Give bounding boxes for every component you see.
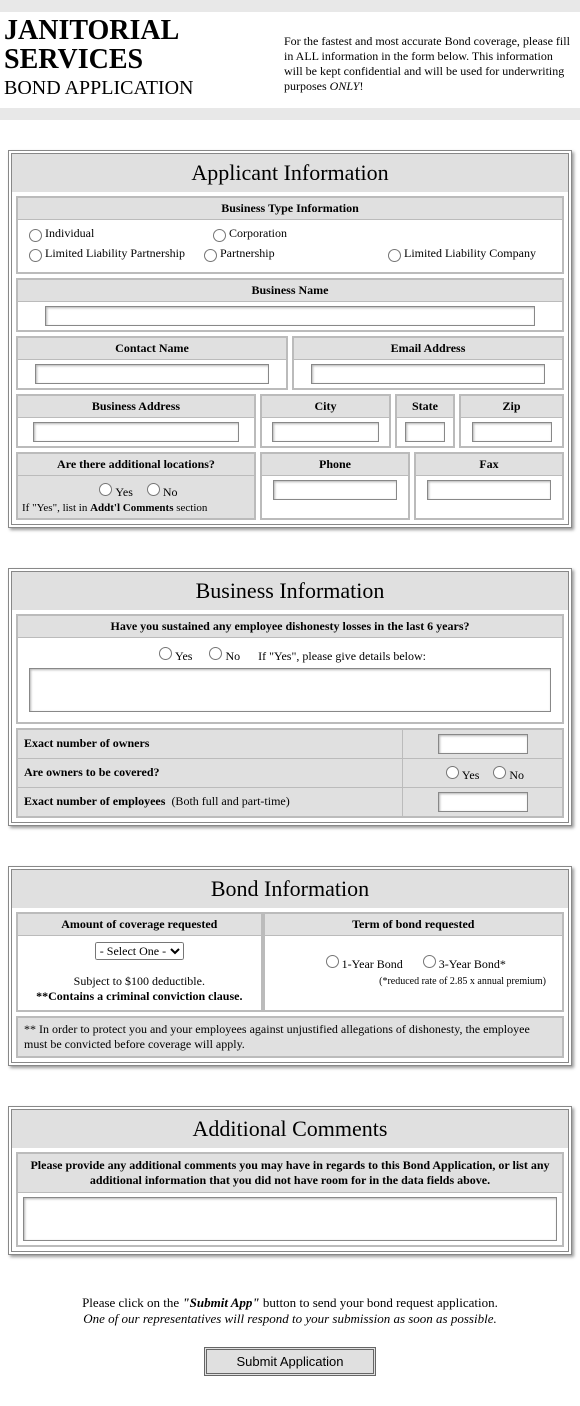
radio-partnership[interactable]	[204, 249, 217, 262]
page-header: JANITORIAL SERVICES BOND APPLICATION For…	[0, 12, 580, 108]
section-title: Business Information	[12, 572, 568, 610]
section-bond: Bond Information Amount of coverage requ…	[8, 866, 572, 1066]
owners-covered-label: Are owners to be covered?	[18, 759, 402, 787]
radio-owners-no[interactable]	[493, 766, 506, 779]
owners-count-input[interactable]	[438, 734, 528, 754]
term-header: Term of bond requested	[265, 914, 562, 936]
city-input[interactable]	[272, 422, 379, 442]
term-note: (*reduced rate of 2.85 x annual premium)	[271, 972, 556, 987]
section-title: Additional Comments	[12, 1110, 568, 1148]
fax-header: Fax	[416, 454, 562, 476]
phone-header: Phone	[262, 454, 408, 476]
contact-header: Contact Name	[18, 338, 286, 360]
title-line1: JANITORIAL	[4, 16, 284, 45]
business-type-block: Business Type Information Individual Cor…	[16, 196, 564, 274]
owners-count-label: Exact number of owners	[18, 730, 402, 758]
email-header: Email Address	[294, 338, 562, 360]
email-input[interactable]	[311, 364, 545, 384]
coverage-select[interactable]: - Select One -	[95, 942, 184, 960]
zip-input[interactable]	[472, 422, 552, 442]
subtitle: BOND APPLICATION	[4, 77, 284, 100]
dishonesty-details-textarea[interactable]	[29, 668, 550, 712]
radio-corporation[interactable]	[213, 229, 226, 242]
section-applicant: Applicant Information Business Type Info…	[8, 150, 572, 528]
radio-addloc-yes[interactable]	[99, 483, 112, 496]
submit-line2: One of our representatives will respond …	[83, 1311, 496, 1326]
employees-count-label: Exact number of employees (Both full and…	[18, 788, 402, 816]
submit-button[interactable]: Submit Application	[204, 1347, 377, 1376]
phone-input[interactable]	[273, 480, 397, 500]
comments-instr: Please provide any additional comments y…	[18, 1154, 562, 1193]
comments-textarea[interactable]	[23, 1197, 556, 1241]
employees-count-input[interactable]	[438, 792, 528, 812]
radio-dishonesty-yes[interactable]	[159, 647, 172, 660]
section-business: Business Information Have you sustained …	[8, 568, 572, 826]
submit-area: Please click on the "Submit App" button …	[0, 1295, 580, 1406]
radio-addloc-no[interactable]	[147, 483, 160, 496]
section-comments: Additional Comments Please provide any a…	[8, 1106, 572, 1255]
radio-1year[interactable]	[326, 955, 339, 968]
dishonesty-header: Have you sustained any employee dishones…	[18, 616, 562, 638]
business-name-header: Business Name	[18, 280, 562, 302]
radio-owners-yes[interactable]	[446, 766, 459, 779]
zip-header: Zip	[461, 396, 562, 418]
business-name-input[interactable]	[45, 306, 535, 326]
city-header: City	[262, 396, 389, 418]
radio-dishonesty-no[interactable]	[209, 647, 222, 660]
deductible-note: Subject to $100 deductible.	[24, 974, 255, 989]
business-name-block: Business Name	[16, 278, 564, 332]
title-line2: SERVICES	[4, 45, 284, 74]
state-input[interactable]	[405, 422, 445, 442]
grey-divider	[0, 108, 580, 120]
state-header: State	[397, 396, 453, 418]
coverage-header: Amount of coverage requested	[18, 914, 261, 936]
intro-text: For the fastest and most accurate Bond c…	[284, 16, 572, 94]
radio-llp[interactable]	[29, 249, 42, 262]
address-input[interactable]	[33, 422, 238, 442]
fax-input[interactable]	[427, 480, 551, 500]
section-title: Applicant Information	[12, 154, 568, 192]
radio-individual[interactable]	[29, 229, 42, 242]
address-header: Business Address	[18, 396, 254, 418]
clause-note: **Contains a criminal conviction clause.	[24, 989, 255, 1004]
section-title: Bond Information	[12, 870, 568, 908]
business-type-header: Business Type Information	[18, 198, 562, 220]
addloc-header: Are there additional locations?	[18, 454, 254, 476]
dishonesty-detail-label: If "Yes", please give details below:	[258, 649, 426, 663]
addloc-note: If "Yes", list in Addt'l Comments sectio…	[22, 502, 250, 514]
radio-llc[interactable]	[388, 249, 401, 262]
conviction-footnote: ** In order to protect you and your empl…	[16, 1016, 564, 1058]
dishonesty-block: Have you sustained any employee dishones…	[16, 614, 564, 724]
contact-input[interactable]	[35, 364, 269, 384]
top-bar	[0, 0, 580, 12]
radio-3year[interactable]	[423, 955, 436, 968]
